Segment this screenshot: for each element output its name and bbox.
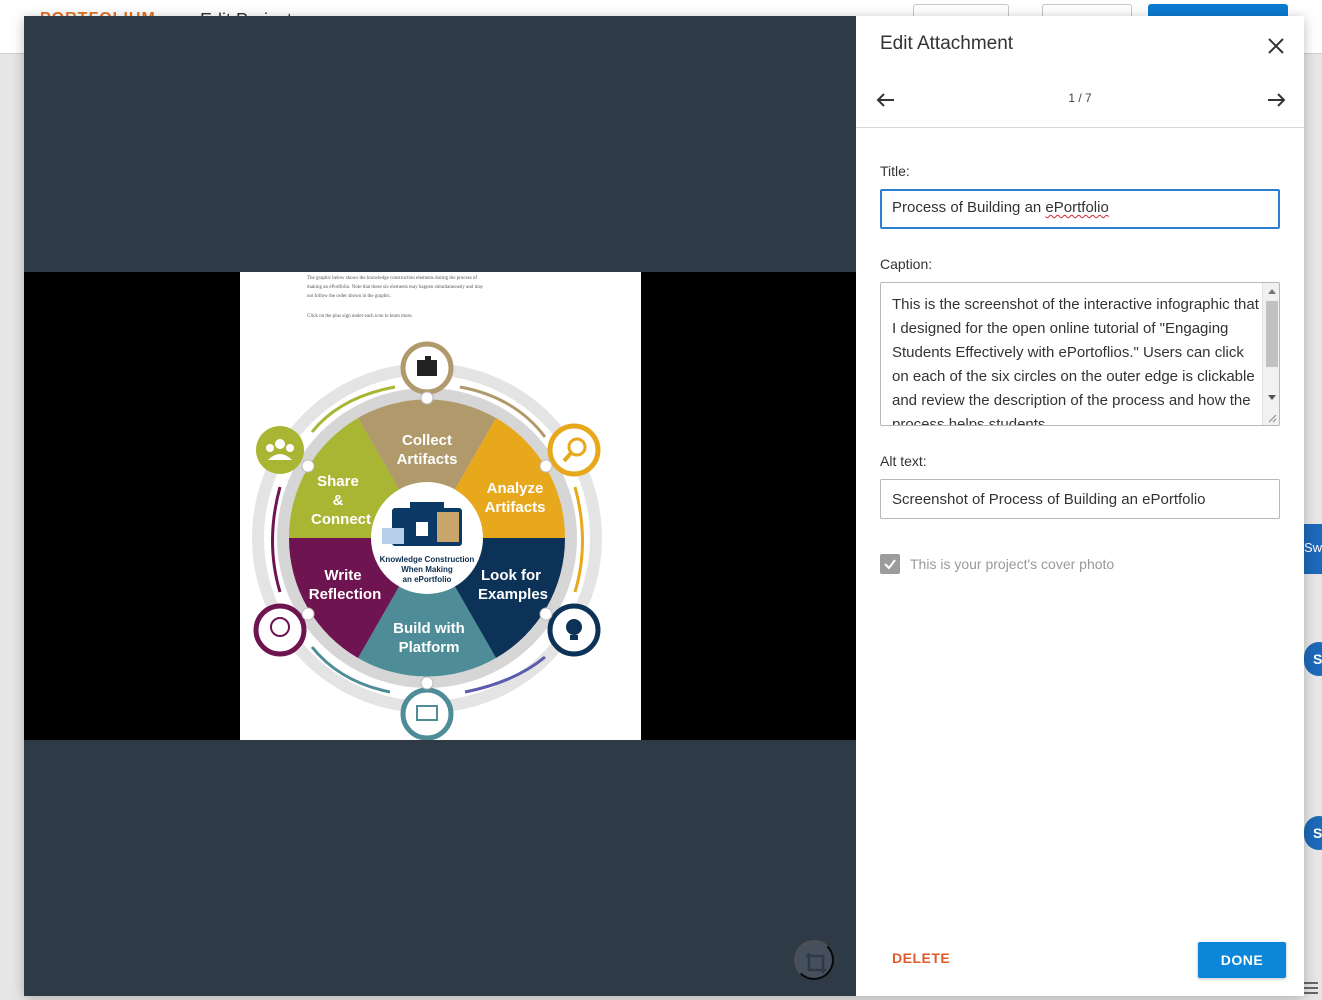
scroll-thumb[interactable] <box>1266 301 1278 367</box>
segment-label: Artifacts <box>397 451 458 468</box>
attachment-pager: 1 / 7 <box>1068 91 1092 105</box>
cover-photo-option: This is your project's cover photo <box>880 554 1114 574</box>
delete-button[interactable]: DELETE <box>892 950 950 966</box>
alt-text-label: Alt text: <box>880 453 927 469</box>
caption-textarea[interactable]: This is the screenshot of the interactiv… <box>880 282 1280 426</box>
segment-label: Reflection <box>309 586 382 603</box>
background-side-tab: Swa <box>1304 524 1322 574</box>
close-icon <box>1268 38 1284 54</box>
crop-icon <box>806 953 826 973</box>
arrow-right-icon <box>1268 93 1286 107</box>
center-label: When Making <box>401 565 453 574</box>
collect-icon <box>400 341 454 395</box>
infographic-graphic: Collect Artifacts Analyze Artifacts Look… <box>252 341 602 740</box>
background-avatar: S <box>1304 642 1322 676</box>
segment-label: Examples <box>478 586 548 603</box>
analyze-icon <box>547 423 601 477</box>
segment-label: Platform <box>399 639 460 656</box>
done-button[interactable]: DONE <box>1198 942 1286 978</box>
center-label: an ePortfolio <box>403 575 452 584</box>
caption-scrollbar[interactable] <box>1262 283 1279 425</box>
panel-title: Edit Attachment <box>880 33 1014 54</box>
cover-photo-checkbox[interactable] <box>880 554 900 574</box>
center-label: Knowledge Construction <box>380 555 475 564</box>
segment-label: Write <box>324 567 361 584</box>
segment-label: Connect <box>311 511 371 528</box>
examples-icon <box>547 603 601 657</box>
attachment-image: The graphic below shows the knowledge co… <box>240 272 641 740</box>
header-divider <box>856 127 1304 128</box>
image-viewer: The graphic below shows the knowledge co… <box>24 16 856 996</box>
scroll-down-icon[interactable] <box>1268 395 1276 400</box>
next-attachment-button[interactable] <box>1262 86 1290 114</box>
crop-button[interactable] <box>794 940 834 980</box>
segment-label: Collect <box>402 432 452 449</box>
platform-icon <box>400 687 454 740</box>
title-input-value: Process of Building an ePortfolio <box>892 199 1109 216</box>
share-icon <box>256 426 304 474</box>
close-button[interactable] <box>1262 32 1290 60</box>
caption-label: Caption: <box>880 256 933 272</box>
segment-label: & <box>333 492 344 509</box>
segment-label: Look for <box>481 567 541 584</box>
segment-label: Share <box>317 473 359 490</box>
title-label: Title: <box>880 163 910 179</box>
segment-label: Analyze <box>487 480 544 497</box>
scroll-up-icon[interactable] <box>1268 289 1276 294</box>
cover-photo-label: This is your project's cover photo <box>910 556 1115 572</box>
edit-attachment-panel: Edit Attachment 1 / 7 Title: Process of … <box>856 16 1304 996</box>
segment-label: Artifacts <box>485 499 546 516</box>
checkmark-icon <box>884 559 896 570</box>
alt-text-input[interactable] <box>880 479 1280 519</box>
background-avatar: S <box>1304 816 1322 850</box>
resize-grip-icon[interactable] <box>1267 413 1277 423</box>
segment-label: Build with <box>393 620 465 637</box>
caption-value: This is the screenshot of the interactiv… <box>892 296 1259 426</box>
edit-attachment-modal: The graphic below shows the knowledge co… <box>24 16 1304 996</box>
reflection-icon <box>253 603 307 657</box>
